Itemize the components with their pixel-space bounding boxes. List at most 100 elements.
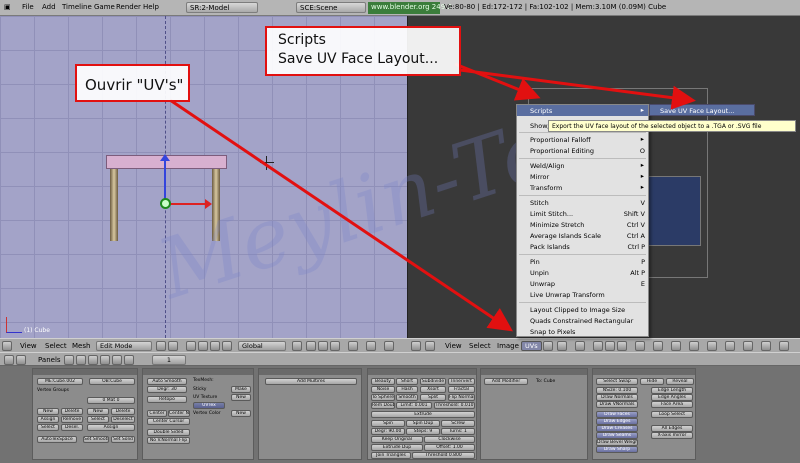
vertex-select-icon[interactable] <box>306 341 316 351</box>
menu-item-live-unwrap-transform[interactable]: Live Unwrap Transform <box>517 289 648 300</box>
manipulator-toggle-icon[interactable] <box>186 341 196 351</box>
collapse-icon[interactable] <box>425 341 435 351</box>
uvtex-layer[interactable]: UVTex <box>193 402 225 409</box>
menu-item-proportional-falloff[interactable]: Proportional Falloff ▸ <box>517 134 648 145</box>
draw-normals-toggle[interactable]: Draw Normals <box>596 394 638 401</box>
threshold-field[interactable]: Threshold: 0.010 <box>434 402 475 409</box>
mat-new-button[interactable]: New <box>87 408 109 415</box>
extrude-button[interactable]: Extrude <box>371 411 475 418</box>
loop-select-dropdown[interactable]: Loop Select <box>651 411 693 418</box>
snap-icon[interactable] <box>384 341 394 351</box>
lock-icon[interactable] <box>671 341 681 351</box>
add-multires-button[interactable]: Add Multires <box>265 378 357 385</box>
paint-icon[interactable] <box>689 341 699 351</box>
scene-selector[interactable]: SCE:Scene <box>296 2 366 13</box>
menu-view[interactable]: View <box>445 342 462 350</box>
menu-view[interactable]: View <box>20 342 37 350</box>
editor-type-icon[interactable] <box>2 341 12 351</box>
draw-edges-toggle[interactable]: Draw Edges <box>596 418 638 425</box>
logic-icon[interactable] <box>64 355 74 365</box>
edge-select-icon[interactable] <box>318 341 328 351</box>
uv-texture-new-button[interactable]: New <box>231 394 251 401</box>
render-icon[interactable] <box>366 341 376 351</box>
occlude-icon[interactable] <box>348 341 358 351</box>
vgroup-select-button[interactable]: Select <box>37 424 59 431</box>
draw-creases-toggle[interactable]: Draw Creases <box>596 425 638 432</box>
mat-delete-button[interactable]: Delete <box>111 408 135 415</box>
menu-item-mirror[interactable]: Mirror ▸ <box>517 171 648 182</box>
limit-field[interactable]: Limit: 0.001 <box>396 402 432 409</box>
menu-item-pack-islands[interactable]: Pack Islands Ctrl P <box>517 241 648 252</box>
nsize-field[interactable]: NSize: 0.100 <box>596 387 638 394</box>
spin-dup-button[interactable]: Spin Dup <box>406 420 440 427</box>
vgroup-delete-button[interactable]: Delete <box>61 408 83 415</box>
screw-button[interactable]: Screw <box>441 420 475 427</box>
pin-icon[interactable] <box>543 341 553 351</box>
draw-vnormals-toggle[interactable]: Draw VNormals <box>596 401 638 408</box>
smooth-button[interactable]: Smooth <box>396 394 418 401</box>
autotexspace-button[interactable]: AutoTexSpace <box>37 436 77 443</box>
object-name-field[interactable]: OB:Cube <box>89 378 135 385</box>
add-modifier-button[interactable]: Add Modifier <box>484 378 528 385</box>
menu-item-limit-stitch[interactable]: Limit Stitch... Shift V <box>517 208 648 219</box>
to-sphere-button[interactable]: To Sphere <box>371 394 395 401</box>
menu-item-unwrap[interactable]: Unwrap E <box>517 278 648 289</box>
split-button[interactable]: Split <box>420 394 446 401</box>
menu-item-pin[interactable]: Pin P <box>517 256 648 267</box>
mat-assign-button[interactable]: Assign <box>87 424 135 431</box>
menu-help[interactable]: Help <box>143 3 159 11</box>
vgroup-desel-button[interactable]: Desel. <box>61 424 83 431</box>
spin-degr-field[interactable]: Degr: 90.00 <box>371 428 405 435</box>
reveal-button[interactable]: Reveal <box>666 378 694 385</box>
center-button[interactable]: Center <box>147 410 167 417</box>
menu-uvs[interactable]: UVs <box>521 341 542 351</box>
curves-icon[interactable] <box>707 341 717 351</box>
face-select-icon[interactable] <box>330 341 340 351</box>
editor-type-icon[interactable] <box>411 341 421 351</box>
rem-doubles-button[interactable]: Rem Doubles <box>371 402 395 409</box>
hash-button[interactable]: Hash <box>396 386 418 393</box>
noise-button[interactable]: Noise <box>371 386 395 393</box>
menu-item-weld-align[interactable]: Weld/Align ▸ <box>517 160 648 171</box>
menu-item-scripts[interactable]: Scripts ▸ <box>517 105 648 116</box>
screen-selector[interactable]: SR:2-Model <box>186 2 258 13</box>
menu-item-stitch[interactable]: Stitch V <box>517 197 648 208</box>
retopo-toggle[interactable]: Retopo <box>147 396 187 403</box>
zbuf-icon[interactable] <box>743 341 753 351</box>
select-swap-button[interactable]: Select Swap <box>596 378 638 385</box>
center-cursor-button[interactable]: Center Cursor <box>147 418 190 425</box>
menu-item-quads-constrained[interactable]: Quads Constrained Rectangular <box>517 315 648 326</box>
vgroup-remove-button[interactable]: Remove <box>61 416 83 423</box>
translate-icon[interactable] <box>198 341 208 351</box>
object-icon[interactable] <box>100 355 110 365</box>
innervert-button[interactable]: Innervert <box>448 378 475 385</box>
blender-logo-icon[interactable]: ▣ <box>4 3 11 11</box>
menu-item-minimize-stretch[interactable]: Minimize Stretch Ctrl V <box>517 219 648 230</box>
menu-item-proportional-editing[interactable]: Proportional Editing O <box>517 145 648 156</box>
uv-pivot-icon[interactable] <box>635 341 645 351</box>
hide-button[interactable]: Hide <box>640 378 664 385</box>
menu-mesh[interactable]: Mesh <box>72 342 90 350</box>
menu-item-save-uv-face-layout[interactable]: Save UV Face Layout... <box>649 104 755 116</box>
mat-deselect-button[interactable]: Deselect <box>111 416 135 423</box>
degr-field[interactable]: Degr: 30 <box>147 386 187 393</box>
wrap-icon[interactable] <box>761 341 771 351</box>
spin-steps-field[interactable]: Steps: 9 <box>406 428 440 435</box>
set-solid-button[interactable]: Set Solid <box>111 436 135 443</box>
layer-icon[interactable] <box>292 341 302 351</box>
x-axis-mirror-toggle[interactable]: X-axis mirror <box>651 432 693 439</box>
subdivide-button[interactable]: Subdivide <box>420 378 446 385</box>
scene-icon[interactable] <box>124 355 134 365</box>
center-new-button[interactable]: Center New <box>168 410 190 417</box>
all-edges-toggle[interactable]: All Edges <box>651 425 693 432</box>
material-index-field[interactable]: 0 Mat 0 <box>87 397 135 404</box>
draw-faces-toggle[interactable]: Draw Faces <box>596 411 638 418</box>
auto-smooth-toggle[interactable]: Auto Smooth <box>147 378 187 385</box>
shading-icon[interactable] <box>88 355 98 365</box>
edge-length-toggle[interactable]: Edge Length <box>651 387 693 394</box>
mat-select-button[interactable]: Select <box>87 416 109 423</box>
editor-type-icon[interactable] <box>4 355 14 365</box>
rotate-icon[interactable] <box>210 341 220 351</box>
mesh-table-leg[interactable] <box>212 169 220 241</box>
beauty-toggle[interactable]: Beauty <box>371 378 395 385</box>
